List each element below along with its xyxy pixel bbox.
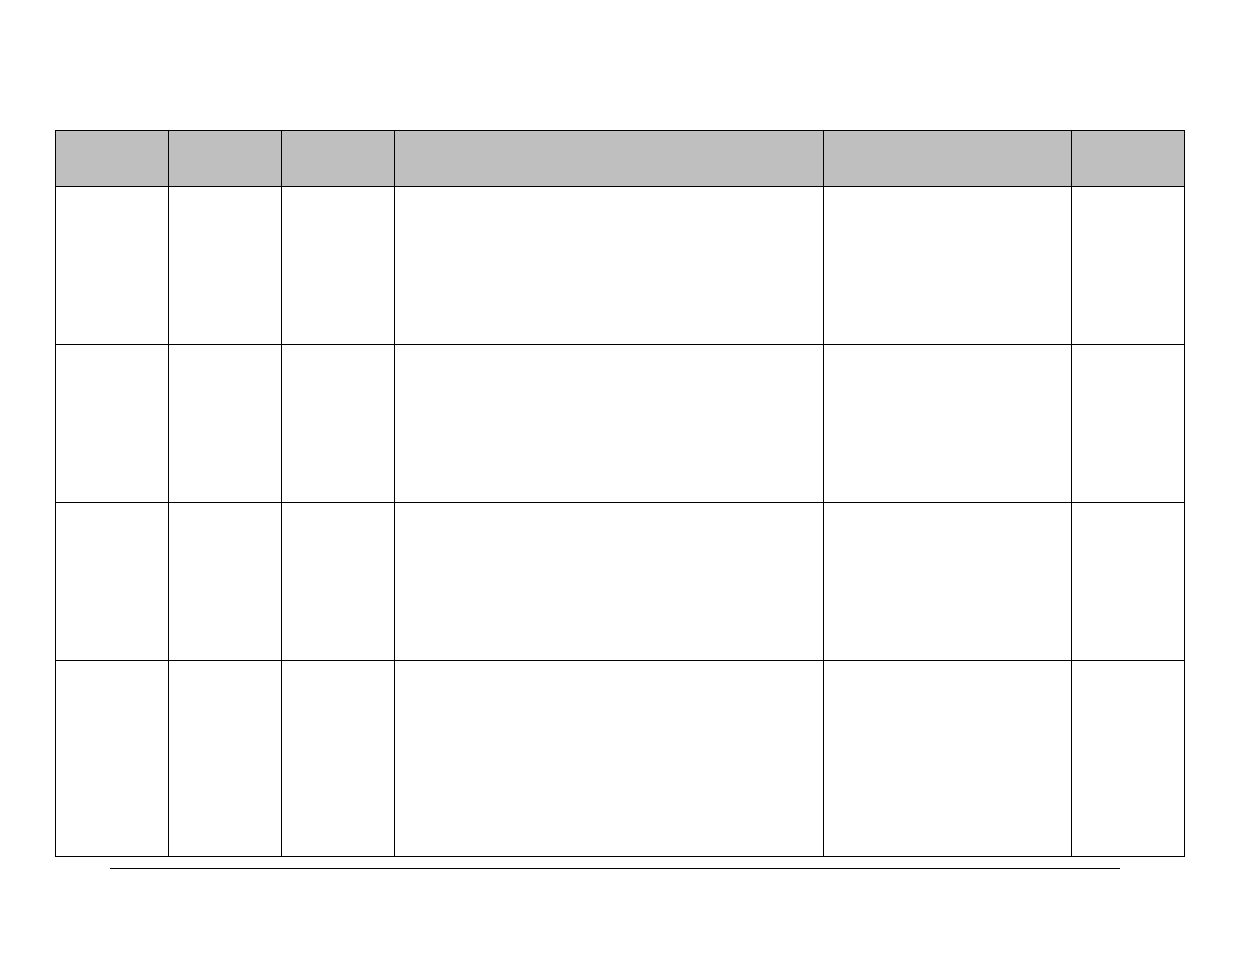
table-cell (823, 661, 1071, 857)
table-cell (56, 661, 169, 857)
table-cell (1072, 345, 1185, 503)
table-cell (394, 503, 823, 661)
table-header-cell (394, 131, 823, 187)
table-cell (823, 345, 1071, 503)
table-cell (168, 345, 281, 503)
table-cell (56, 187, 169, 345)
table-cell (56, 345, 169, 503)
table-cell (394, 187, 823, 345)
table-header-cell (281, 131, 394, 187)
table-cell (1072, 503, 1185, 661)
table-header-cell (823, 131, 1071, 187)
table-row (56, 661, 1185, 857)
table-cell (168, 503, 281, 661)
table-header-cell (1072, 131, 1185, 187)
table-cell (56, 503, 169, 661)
table-cell (281, 187, 394, 345)
table-cell (168, 661, 281, 857)
table-row (56, 187, 1185, 345)
table-cell (1072, 187, 1185, 345)
table-header-row (56, 131, 1185, 187)
table-header-cell (168, 131, 281, 187)
table-header-cell (56, 131, 169, 187)
table-cell (823, 503, 1071, 661)
table-row (56, 345, 1185, 503)
table-cell (823, 187, 1071, 345)
table-cell (394, 661, 823, 857)
table-cell (281, 345, 394, 503)
table-cell (394, 345, 823, 503)
data-table (55, 130, 1185, 857)
table-cell (168, 187, 281, 345)
table-row (56, 503, 1185, 661)
table-cell (1072, 661, 1185, 857)
footer-divider (110, 868, 1120, 869)
document-page (55, 130, 1185, 857)
table-cell (281, 503, 394, 661)
table-cell (281, 661, 394, 857)
